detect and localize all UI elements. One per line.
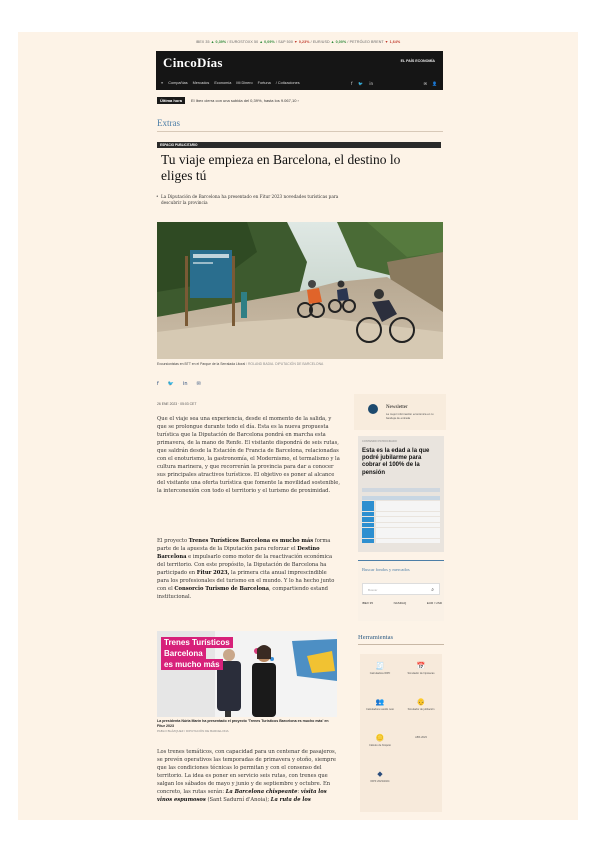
market-ticker: IBEX 35 ▲ 0,39% / EUROSTOXX 50 ▲ 0,09% /… [195, 40, 401, 44]
mail-icon[interactable]: ✉ [424, 81, 427, 86]
tool-abs[interactable]: ABS 2023 [401, 734, 441, 740]
photo-caption: Excursionistas en BTT en el Parque de la… [157, 362, 324, 366]
nav-item-mi-dinero[interactable]: Mi Dinero [236, 81, 252, 85]
twitter-icon[interactable]: 🐦 [358, 81, 363, 86]
article-headline: Tu viaje empieza en Barcelona, el destin… [161, 152, 401, 183]
tool-mortgage-simulator[interactable]: 📅 Simulador de hipotecas [401, 662, 441, 676]
ad-table-header [362, 488, 440, 492]
nav-item-mercados[interactable]: Mercados [193, 81, 210, 85]
tool-severance-calc[interactable]: 🪙 Cálculo de finiquito [360, 734, 400, 748]
header-actions: ✉ 👤 [424, 81, 437, 86]
nav-item-fortuna[interactable]: Fortuna [258, 81, 271, 85]
newsletter-box[interactable]: Newsletter La mejor información económic… [354, 394, 446, 430]
presentation-photo: Trenes Turísticos Barcelona es mucho más [157, 631, 337, 717]
coins-icon: 🪙 [375, 734, 385, 742]
ticker-item[interactable]: EUR/USD ▲ 0,00% [313, 40, 346, 44]
markets-title: Buscar fondos y mercados [362, 567, 410, 572]
divider [157, 131, 443, 132]
markets-search-widget: Buscar fondos y mercados Buscar ⌕ IBEX 3… [358, 560, 444, 621]
markets-search-input[interactable]: Buscar ⌕ [362, 583, 440, 595]
article-date: 26 ENE 2023 · 05:03 CET [157, 402, 197, 406]
site-header: CincoDías EL PAÍS ECONOMÍA ≡ Compañías M… [156, 51, 443, 90]
receipt-icon: 🧾 [375, 662, 385, 670]
menu-icon[interactable]: ≡ [161, 81, 163, 85]
search-icon[interactable]: ⌕ [431, 586, 434, 594]
section-title[interactable]: Extras [157, 118, 180, 128]
sponsored-ad[interactable]: CONTENIDO PATROCINADO Esta es la edad a … [358, 436, 444, 552]
article-paragraph: Que el viaje sea una experiencia, desde … [157, 416, 340, 494]
photo-caption: La presidenta Núria Marín ha presentado … [157, 719, 329, 733]
site-logo[interactable]: CincoDías [163, 55, 223, 71]
email-share-icon[interactable]: ✉ [197, 381, 201, 387]
article-paragraph: Los trenes temáticos, con capacidad para… [157, 749, 337, 803]
article-paragraph: El proyecto Trenes Turísticos Barcelona … [157, 538, 335, 600]
index-link[interactable]: NASDAQ [394, 601, 407, 605]
tools-grid: 🧾 Calculadora IRPF 📅 Simulador de hipoteca… [360, 654, 442, 812]
elder-icon: 👴 [416, 698, 426, 706]
nav-item-cotizaciones[interactable]: / Cotizaciones [276, 81, 300, 85]
main-nav: ≡ Compañías Mercados Economía Mi Dinero … [161, 81, 300, 85]
index-link[interactable]: IBEX 35 [362, 601, 373, 605]
ticker-item[interactable]: PETRÓLEO BRENT ▼ 1,64% [350, 40, 401, 44]
ad-label: CONTENIDO PATROCINADO [362, 440, 397, 443]
breaking-tag: Última hora [157, 97, 186, 104]
newsletter-title[interactable]: Newsletter [386, 405, 408, 410]
newsletter-subtitle: La mejor información económica en tu ban… [386, 412, 434, 420]
promo-label: ESPACIO PUBLICITARIO [157, 142, 441, 148]
people-icon: 👥 [375, 698, 385, 706]
facebook-share-icon[interactable]: f [157, 381, 159, 387]
breaking-text[interactable]: El Ibex cierra con una subida del 0,39%,… [191, 98, 299, 103]
ticker-item[interactable]: IBEX 35 ▲ 0,39% [196, 40, 226, 44]
breaking-news[interactable]: Última hora El Ibex cierra con una subida… [157, 97, 299, 104]
trains-banner: Trenes Turísticos Barcelona es mucho más [161, 637, 233, 670]
tool-net-salary[interactable]: 👥 Calculadora sueldo neto [360, 698, 400, 712]
page: IBEX 35 ▲ 0,39% / EUROSTOXX 50 ▲ 0,09% /… [18, 32, 578, 820]
tool-irpf-calculator[interactable]: 🧾 Calculadora IRPF [360, 662, 400, 676]
ad-table [362, 496, 440, 544]
cyclists-image [157, 222, 443, 359]
article-photo [157, 222, 443, 359]
partner-link[interactable]: EL PAÍS ECONOMÍA [401, 59, 435, 63]
tool-retirement-simulator[interactable]: 👴 Simulador de jubilación [401, 698, 441, 712]
nav-item-economia[interactable]: Economía [214, 81, 231, 85]
linkedin-icon[interactable]: in [369, 81, 373, 86]
article-subhead: La Diputación de Barcelona ha presentado… [156, 194, 351, 206]
tool-irpf-2023[interactable]: ◆ IRPF 2023/2024 [360, 770, 400, 784]
calendar-icon: 📅 [416, 662, 426, 670]
nav-item-companias[interactable]: Compañías [168, 81, 187, 85]
facebook-icon[interactable]: f [351, 81, 352, 86]
ticker-item[interactable]: EUROSTOXX 50 ▲ 0,09% [230, 40, 275, 44]
user-icon[interactable]: 👤 [432, 81, 437, 86]
diamond-icon: ◆ [377, 770, 383, 778]
newsletter-icon [368, 404, 378, 414]
divider [358, 644, 444, 645]
index-link[interactable]: EUR / USD [427, 601, 442, 605]
ticker-item[interactable]: S&P 500 ▼ 0,23% [278, 40, 309, 44]
tools-title: Herramientas [358, 634, 394, 641]
market-indices: IBEX 35 NASDAQ EUR / USD [362, 601, 442, 605]
twitter-share-icon[interactable]: 🐦 [168, 381, 174, 387]
share-bar: f 🐦 in ✉ [157, 381, 201, 387]
linkedin-share-icon[interactable]: in [183, 381, 188, 387]
ad-title[interactable]: Esta es la edad a la que podré jubilarme… [362, 448, 440, 477]
header-social: f 🐦 in [351, 81, 373, 86]
